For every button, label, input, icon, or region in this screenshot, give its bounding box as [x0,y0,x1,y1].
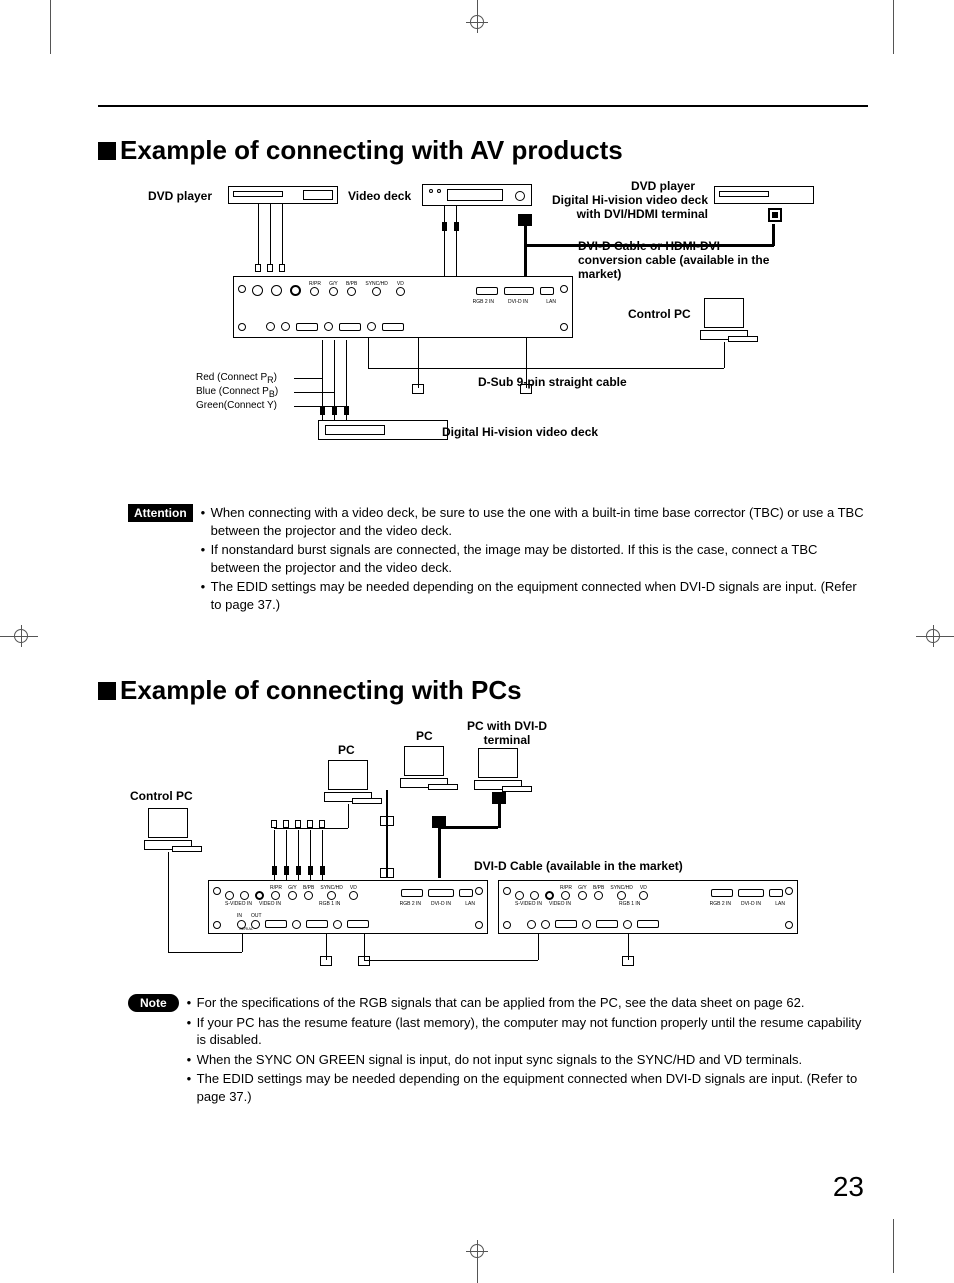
note-callout: Note For the specifications of the RGB s… [128,994,868,1107]
label-digital-deck: Digital Hi-vision video deck [442,426,598,440]
remote-plug-icon [622,956,634,966]
note-item: For the specifications of the RGB signal… [187,994,868,1012]
device-videodeck [422,184,532,206]
device-dvd [228,186,338,204]
square-bullet-icon [98,142,116,160]
label-green: Green(Connect Y) [196,400,277,412]
rear-panel: R/PR G/Y B/PB SYNC/HD VD RGB 2 IN DVI-D … [233,276,573,338]
label-dvid-cable: DVI-D Cable (available in the market) [474,860,683,874]
label-pc2: PC [416,730,433,744]
label-video-deck: Video deck [348,190,411,204]
pc-icon [148,808,192,850]
note-badge: Note [128,994,179,1012]
pc-icon [478,748,522,790]
diagram-pc: Control PC PC PC PC with DVI-D terminal [128,720,868,980]
pc-icon [404,746,448,788]
label-control-pc: Control PC [628,308,691,322]
dvi-plug-icon [492,792,506,804]
hdmi-plug-icon [768,208,782,222]
attention-list: When connecting with a video deck, be su… [201,504,868,615]
attention-badge: Attention [128,504,193,522]
note-item: When the SYNC ON GREEN signal is input, … [187,1051,868,1069]
label-pc1: PC [338,744,355,758]
attention-item: When connecting with a video deck, be su… [201,504,868,539]
device-dvd2 [714,186,814,204]
label-control-pc: Control PC [130,790,193,804]
device-digideck [318,420,448,440]
label-dsub: D-Sub 9-pin straight cable [478,376,627,390]
attention-item: If nonstandard burst signals are connect… [201,541,868,576]
note-list: For the specifications of the RGB signal… [187,994,868,1107]
top-rule [98,105,868,107]
label-dvi-cable: DVI-D Cable or HDMI-DVI conversion cable… [578,240,778,281]
pc-icon [704,298,748,340]
square-bullet-icon [98,682,116,700]
page-number: 23 [833,1171,864,1203]
label-blue: Blue (Connect PB) [196,386,278,399]
dvi-plug-top-icon [518,214,532,226]
label-pc-dvid: PC with DVI-D terminal [462,720,552,748]
rear-panel-left: R/PR G/Y B/PB SYNC/HD VD S-VIDEO IN VIDE… [208,880,488,934]
rear-panel-right: R/PR G/Y B/PB SYNC/HD VD S-VIDEO IN VIDE… [498,880,798,934]
section1-title: Example of connecting with AV products [98,135,868,166]
label-red: Red (Connect PR) [196,372,277,385]
label-dvd-player2: DVD player [618,180,708,194]
note-item: The EDID settings may be needed dependin… [187,1070,868,1105]
attention-item: The EDID settings may be needed dependin… [201,578,868,613]
label-digital-deck-dvi: Digital Hi-vision video deck with DVI/HD… [538,194,708,222]
note-item: If your PC has the resume feature (last … [187,1014,868,1049]
page-content: Example of connecting with AV products D… [98,105,868,1108]
attention-callout: Attention When connecting with a video d… [128,504,868,615]
remote-plug-icon [320,956,332,966]
section2-title: Example of connecting with PCs [98,675,868,706]
pc-icon [328,760,372,802]
diagram-av: DVD player Video deck DVD player Digital… [128,180,868,490]
label-dvd-player: DVD player [148,190,212,204]
